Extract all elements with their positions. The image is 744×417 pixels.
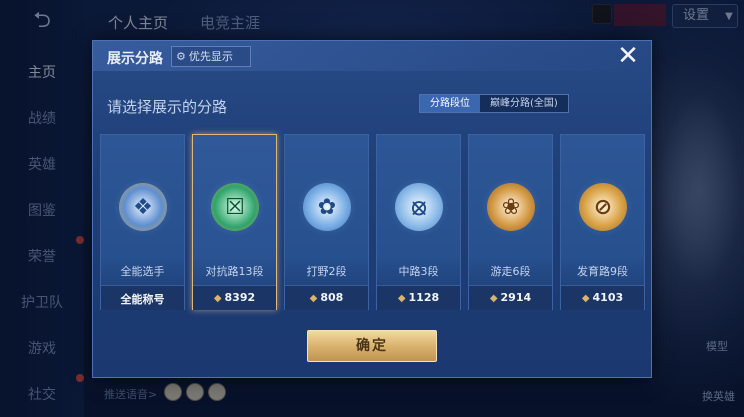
lane-card-value-bar: ◆ 2914 <box>469 285 552 310</box>
tab-lane-rank[interactable]: 分路段位 <box>420 95 480 112</box>
support-badge-icon: ❀ <box>487 183 535 231</box>
lane-card-value: 全能称号 <box>120 293 165 306</box>
priority-display-button[interactable]: ⚙ 优先显示 <box>171 46 251 67</box>
dialog-title: 展示分路 <box>107 51 163 67</box>
lane-card-value-bar: ◆ 4103 <box>561 285 644 310</box>
lane-card-value-bar: 全能称号 <box>101 285 184 310</box>
farm-lane-badge-icon: ⊘ <box>579 183 627 231</box>
lane-card-value-bar: ◆ 8392 <box>193 285 276 310</box>
lane-card-value-bar: ◆ 1128 <box>377 285 460 310</box>
close-icon[interactable]: ✕ <box>615 43 641 70</box>
dialog-header: 展示分路 ⚙ 优先显示 ✕ <box>93 41 651 71</box>
lane-card-value-bar: ◆ 808 <box>285 285 368 310</box>
priority-display-label: 优先显示 <box>188 50 233 63</box>
lane-card-value: 2914 <box>500 291 532 304</box>
lane-display-dialog: 展示分路 ⚙ 优先显示 ✕ 请选择展示的分路 分路段位 巅峰分路(全国) ❖ 全能… <box>92 40 652 378</box>
confirm-button[interactable]: 确定 <box>307 330 437 362</box>
all-round-badge-icon: ❖ <box>119 183 167 231</box>
lane-card-name: 打野2段 <box>306 265 347 278</box>
points-icon: ◆ <box>309 293 318 304</box>
lane-card-mid[interactable]: ⦻ 中路3段 ◆ 1128 <box>376 134 461 310</box>
top-lane-badge-icon: ☒ <box>211 183 259 231</box>
lane-card-support[interactable]: ❀ 游走6段 ◆ 2914 <box>468 134 553 310</box>
gear-icon: ⚙ <box>176 50 186 63</box>
lane-card-top-lane[interactable]: ☒ 对抗路13段 ◆ 8392 <box>192 134 277 310</box>
jungle-badge-icon: ✿ <box>303 183 351 231</box>
lane-card-jungle[interactable]: ✿ 打野2段 ◆ 808 <box>284 134 369 310</box>
lane-card-value: 1128 <box>408 291 440 304</box>
points-icon: ◆ <box>581 293 590 304</box>
lane-card-name: 中路3段 <box>398 265 439 278</box>
lane-card-value: 8392 <box>224 291 256 304</box>
points-icon: ◆ <box>397 293 406 304</box>
lane-card-name: 全能选手 <box>120 265 165 278</box>
tab-peak-lane-national[interactable]: 巅峰分路(全国) <box>480 95 568 112</box>
lane-card-value: 808 <box>320 291 344 304</box>
lane-card-name: 对抗路13段 <box>205 265 264 278</box>
dialog-subtitle: 请选择展示的分路 <box>107 98 228 116</box>
lane-card-farm-lane[interactable]: ⊘ 发育路9段 ◆ 4103 <box>560 134 645 310</box>
mid-lane-badge-icon: ⦻ <box>395 183 443 231</box>
lane-card-all-round[interactable]: ❖ 全能选手 全能称号 <box>100 134 185 310</box>
points-icon: ◆ <box>489 293 498 304</box>
lane-card-name: 游走6段 <box>490 265 531 278</box>
points-icon: ◆ <box>213 293 222 304</box>
lane-card-value: 4103 <box>592 291 624 304</box>
lane-card-name: 发育路9段 <box>577 265 628 278</box>
segment-control: 分路段位 巅峰分路(全国) <box>419 94 569 113</box>
